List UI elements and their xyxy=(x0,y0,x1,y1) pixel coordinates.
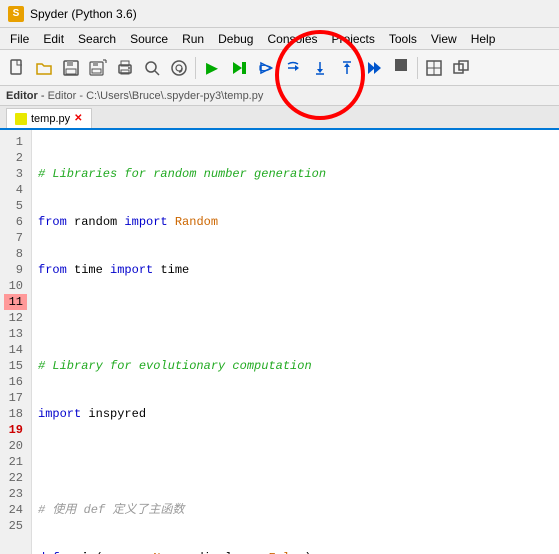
tab-bar: temp.py ✕ xyxy=(0,106,559,130)
continue-button[interactable] xyxy=(361,55,387,81)
save-all-button[interactable] xyxy=(85,55,111,81)
app-icon: S xyxy=(8,6,24,22)
run-selection-button[interactable] xyxy=(226,55,252,81)
line-num-15: 15 xyxy=(4,358,27,374)
run-button[interactable]: ▶ xyxy=(199,55,225,81)
line-num-18: 18 xyxy=(4,406,27,422)
line-num-7: 7 xyxy=(4,230,27,246)
toolbar: ▶ xyxy=(0,50,559,86)
line-num-1: 1 xyxy=(4,134,27,150)
line-num-11: 11 xyxy=(4,294,27,310)
menu-search[interactable]: Search xyxy=(72,30,122,48)
code-content[interactable]: # Libraries for random number generation… xyxy=(32,130,559,554)
app-title: Spyder (Python 3.6) xyxy=(30,7,137,21)
tab-label: temp.py xyxy=(31,113,70,125)
tab-temp-py[interactable]: temp.py ✕ xyxy=(6,108,92,128)
debug-button[interactable] xyxy=(253,55,279,81)
line-num-19: 19 xyxy=(4,422,27,438)
line-num-23: 23 xyxy=(4,486,27,502)
line-numbers: 1 2 3 4 5 6 7 8 9 10 11 12 13 14 15 16 1… xyxy=(0,130,32,554)
find-button[interactable] xyxy=(139,55,165,81)
line-num-21: 21 xyxy=(4,454,27,470)
line-num-20: 20 xyxy=(4,438,27,454)
save-button[interactable] xyxy=(58,55,84,81)
menu-tools[interactable]: Tools xyxy=(383,30,423,48)
sep-1 xyxy=(195,57,196,79)
code-line-1: # Libraries for random number generation xyxy=(38,166,553,182)
line-num-12: 12 xyxy=(4,310,27,326)
code-line-5: # Library for evolutionary computation xyxy=(38,358,553,374)
sep-2 xyxy=(417,57,418,79)
line-num-10: 10 xyxy=(4,278,27,294)
line-num-24: 24 xyxy=(4,502,27,518)
line-num-4: 4 xyxy=(4,182,27,198)
line-num-25: 25 xyxy=(4,518,27,534)
code-line-7 xyxy=(38,454,553,470)
print-button[interactable] xyxy=(112,55,138,81)
code-editor[interactable]: 1 2 3 4 5 6 7 8 9 10 11 12 13 14 15 16 1… xyxy=(0,130,559,554)
menu-bar: File Edit Search Source Run Debug Consol… xyxy=(0,28,559,50)
line-num-3: 3 xyxy=(4,166,27,182)
menu-edit[interactable]: Edit xyxy=(37,30,70,48)
line-num-8: 8 xyxy=(4,246,27,262)
line-num-16: 16 xyxy=(4,374,27,390)
open-file-button[interactable] xyxy=(31,55,57,81)
at-button[interactable] xyxy=(166,55,192,81)
menu-projects[interactable]: Projects xyxy=(326,30,381,48)
editor-path-bar: Editor - Editor - C:\Users\Bruce\.spyder… xyxy=(0,86,559,106)
menu-view[interactable]: View xyxy=(425,30,463,48)
editor-path-separator: - xyxy=(38,90,48,102)
editor-file-path: Editor - C:\Users\Bruce\.spyder-py3\temp… xyxy=(48,90,264,102)
title-bar: S Spyder (Python 3.6) xyxy=(0,0,559,28)
line-num-5: 5 xyxy=(4,198,27,214)
line-num-2: 2 xyxy=(4,150,27,166)
line-num-14: 14 xyxy=(4,342,27,358)
line-num-9: 9 xyxy=(4,262,27,278)
step-over-button[interactable] xyxy=(280,55,306,81)
code-line-8: # 使用 def 定义了主函数 xyxy=(38,502,553,518)
new-file-button[interactable] xyxy=(4,55,30,81)
restore-pane-button[interactable] xyxy=(448,55,474,81)
menu-source[interactable]: Source xyxy=(124,30,174,48)
step-into-button[interactable] xyxy=(307,55,333,81)
line-num-22: 22 xyxy=(4,470,27,486)
editor-path-label: Editor xyxy=(6,90,38,102)
menu-debug[interactable]: Debug xyxy=(212,30,259,48)
code-line-2: from random import Random xyxy=(38,214,553,230)
tab-file-icon xyxy=(15,113,27,125)
code-line-9: def main(prng = None, display = False): xyxy=(38,550,553,554)
menu-help[interactable]: Help xyxy=(465,30,502,48)
code-line-6: import inspyred xyxy=(38,406,553,422)
maximize-pane-button[interactable] xyxy=(421,55,447,81)
step-return-button[interactable] xyxy=(334,55,360,81)
menu-run[interactable]: Run xyxy=(176,30,210,48)
menu-file[interactable]: File xyxy=(4,30,35,48)
code-line-3: from time import time xyxy=(38,262,553,278)
code-line-4 xyxy=(38,310,553,326)
line-num-13: 13 xyxy=(4,326,27,342)
line-num-6: 6 xyxy=(4,214,27,230)
line-num-17: 17 xyxy=(4,390,27,406)
stop-button[interactable] xyxy=(388,55,414,81)
tab-close-button[interactable]: ✕ xyxy=(74,113,82,124)
menu-consoles[interactable]: Consoles xyxy=(261,30,323,48)
